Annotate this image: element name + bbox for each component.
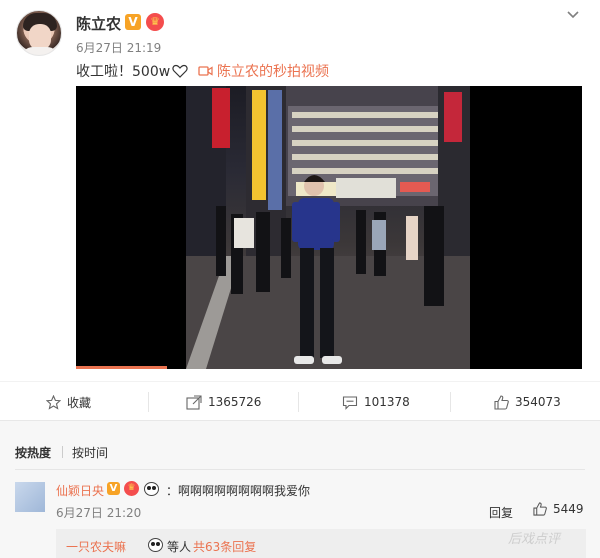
sort-by-hot-tab[interactable]: 按热度: [15, 444, 51, 461]
like-button[interactable]: 354073: [494, 382, 561, 422]
video-scene: [186, 86, 470, 369]
comment-like-count: 5449: [553, 502, 584, 516]
action-divider: [148, 392, 149, 412]
post-time[interactable]: 6月27日 21:19: [76, 39, 161, 56]
heart-icon: [172, 64, 188, 78]
sub-reply-username[interactable]: 一只农夫嘛: [66, 538, 126, 555]
comment-button[interactable]: 101378: [342, 382, 410, 422]
thumbs-up-icon: [494, 394, 509, 410]
thumbs-up-icon: [533, 502, 547, 516]
comment-count: 101378: [364, 395, 410, 409]
video-progress-bar[interactable]: [76, 366, 168, 369]
comment-text: ：啊啊啊啊啊啊啊啊我爱你: [166, 484, 311, 498]
video-link[interactable]: 陈立农的秒拍视频: [198, 61, 329, 81]
video-frame: [186, 86, 470, 369]
repost-count: 1365726: [208, 395, 262, 409]
vip-crown-icon: ♛: [124, 481, 139, 496]
sort-divider: [62, 446, 63, 458]
username[interactable]: 陈立农: [76, 13, 121, 34]
panda-icon: [148, 538, 163, 552]
avatar[interactable]: [16, 10, 62, 56]
sub-reply-box: 一只农夫嘛 等人 共63条回复: [56, 529, 586, 558]
panda-icon: [144, 482, 159, 496]
video-camera-icon: [198, 66, 213, 76]
repost-button[interactable]: 1365726: [186, 382, 261, 422]
post-text-content: 收工啦！500w: [76, 64, 171, 80]
sort-by-time-tab[interactable]: 按时间: [72, 444, 108, 461]
comment-username[interactable]: 仙颖日央: [56, 482, 104, 499]
comment-avatar[interactable]: [15, 482, 45, 512]
comments-divider: [15, 469, 585, 470]
comment-icon: [342, 395, 358, 410]
verified-v-icon[interactable]: V: [125, 14, 141, 30]
avatar-body: [21, 47, 59, 55]
verified-v-icon: V: [107, 482, 120, 495]
video-link-label: 陈立农的秒拍视频: [217, 64, 329, 80]
repost-icon: [186, 394, 202, 410]
action-divider: [450, 392, 451, 412]
reply-button[interactable]: 回复: [489, 504, 513, 521]
favorite-button[interactable]: 收藏: [46, 382, 91, 422]
action-divider: [298, 392, 299, 412]
vip-crown-icon[interactable]: ♛: [146, 13, 164, 31]
comment-like-button[interactable]: 5449: [533, 502, 584, 516]
view-all-replies-link[interactable]: 共63条回复: [193, 538, 256, 555]
watermark: 后戏点评: [508, 532, 561, 547]
sub-reply-text: 等人: [167, 540, 192, 554]
post-text: 收工啦！500w: [76, 61, 188, 81]
like-count: 354073: [515, 395, 561, 409]
chevron-down-icon[interactable]: [566, 8, 580, 22]
video-player[interactable]: [76, 86, 582, 369]
comment-time: 6月27日 21:20: [56, 506, 142, 520]
star-icon: [46, 394, 61, 410]
action-bar: 收藏 1365726 101378 354073: [0, 381, 600, 421]
favorite-label: 收藏: [67, 395, 92, 410]
